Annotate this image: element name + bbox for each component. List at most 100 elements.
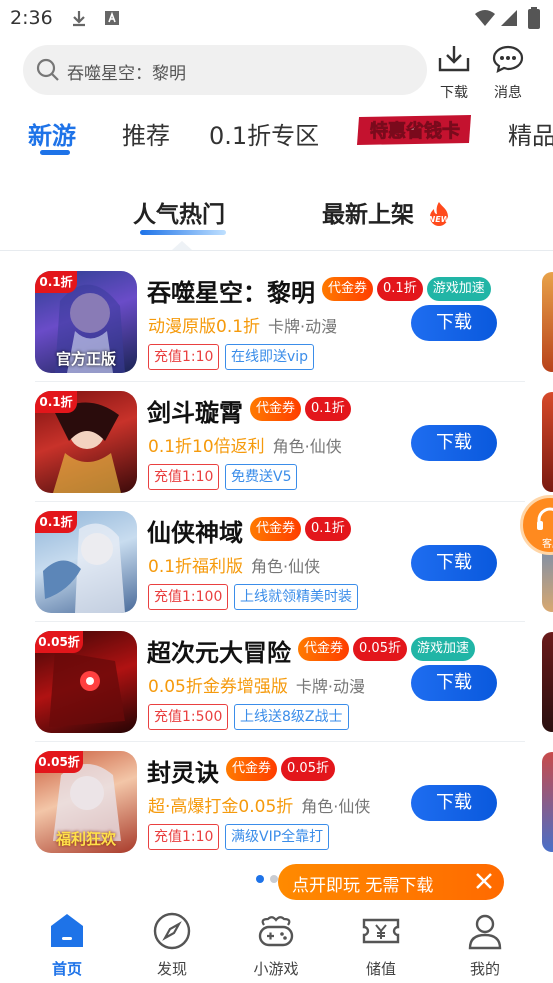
game-desc-text: 0.1折10倍返利 bbox=[148, 437, 265, 457]
nav-profile-label: 我的 bbox=[469, 960, 500, 978]
download-button[interactable]: 下载 bbox=[411, 545, 497, 581]
game-tags: 代金券 0.1折 bbox=[250, 397, 351, 421]
game-desc-text: 0.1折福利版 bbox=[148, 557, 244, 577]
person-icon bbox=[465, 914, 505, 955]
subtab-pointer bbox=[172, 241, 192, 250]
game-cover[interactable]: 0.05折 bbox=[35, 631, 137, 733]
game-desc-text: 超·高爆打金0.05折 bbox=[148, 797, 294, 817]
next-page-card[interactable] bbox=[542, 752, 553, 852]
new-badge-text: NEW bbox=[429, 215, 451, 224]
savings-card-text: 特惠省钱卡 bbox=[370, 120, 460, 142]
game-name: 仙侠神域 bbox=[147, 519, 243, 547]
page-dot-active bbox=[256, 875, 264, 883]
close-icon[interactable] bbox=[472, 869, 496, 897]
tab-discount-zone[interactable]: 0.1折专区 bbox=[209, 116, 319, 151]
game-row[interactable]: 0.05折 福利狂欢 封灵诀 代金券 0.05折 超·高爆打金0.05折 角色·仙… bbox=[0, 742, 553, 862]
download-button[interactable]: 下载 bbox=[411, 305, 497, 341]
nav-profile[interactable]: 我的 bbox=[445, 911, 525, 979]
discount-badge: 0.05折 bbox=[35, 631, 83, 653]
download-button[interactable]: 下载 bbox=[411, 665, 497, 701]
battery-icon bbox=[528, 7, 540, 33]
download-manager-button[interactable]: 下载 bbox=[432, 44, 476, 102]
nav-recharge[interactable]: 储值 bbox=[341, 911, 421, 979]
discount-tag: 0.1折 bbox=[305, 517, 351, 541]
tab-indicator bbox=[40, 150, 70, 155]
compass-icon bbox=[152, 912, 192, 955]
recharge-rate: 充值1:100 bbox=[148, 584, 229, 610]
voucher-tag: 代金券 bbox=[226, 757, 278, 781]
game-name: 剑斗璇霄 bbox=[147, 399, 243, 427]
recharge-rate: 充值1:500 bbox=[148, 704, 229, 730]
game-row[interactable]: 0.1折 官方正版 吞噬星空：黎明 代金券 0.1折 游戏加速 动漫原版0.1折… bbox=[0, 262, 553, 382]
game-genre: 卡牌·动漫 bbox=[295, 677, 365, 696]
game-genre: 角色·仙侠 bbox=[301, 797, 371, 816]
discount-badge: 0.1折 bbox=[35, 271, 77, 293]
nav-discover[interactable]: 发现 bbox=[132, 911, 212, 979]
perk-tag: 在线即送vip bbox=[225, 344, 315, 370]
game-tags: 代金券 0.05折 游戏加速 bbox=[298, 637, 475, 661]
gamepad-icon bbox=[256, 916, 296, 955]
tab-premium[interactable]: 精品 bbox=[508, 116, 553, 151]
cover-caption: 官方正版 bbox=[55, 350, 116, 368]
game-row[interactable]: 0.1折 仙侠神域 代金券 0.1折 0.1折福利版 角色·仙侠 充值1:100 … bbox=[0, 502, 553, 622]
discount-badge: 0.1折 bbox=[35, 511, 77, 533]
game-genre: 卡牌·动漫 bbox=[268, 317, 338, 336]
nav-mini-games[interactable]: 小游戏 bbox=[236, 911, 316, 979]
page-dot bbox=[270, 875, 278, 883]
tab-recommend[interactable]: 推荐 bbox=[122, 116, 170, 151]
game-tags: 代金券 0.1折 游戏加速 bbox=[322, 277, 491, 301]
game-row[interactable]: 0.1折 剑斗璇霄 代金券 0.1折 0.1折10倍返利 角色·仙侠 充值1:10… bbox=[0, 382, 553, 502]
nav-mini-games-label: 小游戏 bbox=[253, 960, 299, 978]
voucher-tag: 代金券 bbox=[322, 277, 374, 301]
search-placeholder: 吞噬星空：黎明 bbox=[67, 64, 186, 84]
game-desc: 0.1折福利版 角色·仙侠 bbox=[148, 552, 320, 577]
game-desc-text: 动漫原版0.1折 bbox=[148, 317, 261, 337]
download-tray-icon bbox=[437, 46, 471, 78]
voucher-tag: 代金券 bbox=[298, 637, 350, 661]
perk-tag: 上线就领精美时装 bbox=[234, 584, 358, 610]
game-genre: 角色·仙侠 bbox=[272, 437, 342, 456]
next-page-card[interactable] bbox=[542, 392, 553, 492]
nav-home-label: 首页 bbox=[51, 960, 82, 978]
search-icon bbox=[35, 57, 61, 87]
game-name: 封灵诀 bbox=[147, 759, 219, 787]
status-bar: 2:36 bbox=[0, 0, 553, 36]
game-genre: 角色·仙侠 bbox=[251, 557, 321, 576]
recharge-rate: 充值1:10 bbox=[148, 344, 220, 370]
signal-icon bbox=[500, 9, 518, 31]
messages-button[interactable]: 消息 bbox=[486, 44, 530, 102]
download-button[interactable]: 下载 bbox=[411, 785, 497, 821]
nav-recharge-label: 储值 bbox=[365, 960, 396, 978]
bottom-nav: 首页 发现 小游戏 储值 我的 bbox=[0, 903, 553, 983]
game-tags: 代金券 0.1折 bbox=[250, 517, 351, 541]
instant-play-banner[interactable]: 点开即玩 无需下载 bbox=[278, 864, 504, 900]
subtab-latest[interactable]: 最新上架 bbox=[322, 195, 414, 229]
message-bubble-icon bbox=[492, 45, 524, 78]
tab-savings-card[interactable]: 特惠省钱卡 bbox=[355, 113, 475, 147]
download-button[interactable]: 下载 bbox=[411, 425, 497, 461]
nav-home[interactable]: 首页 bbox=[27, 911, 107, 979]
game-row[interactable]: 0.05折 超次元大冒险 代金券 0.05折 游戏加速 0.05折金券增强版 卡牌… bbox=[0, 622, 553, 742]
next-page-card[interactable] bbox=[542, 272, 553, 372]
game-tags: 代金券 0.05折 bbox=[226, 757, 335, 781]
savings-card-logo: 特惠省钱卡 bbox=[357, 115, 471, 145]
game-cover[interactable]: 0.1折 bbox=[35, 511, 137, 613]
subtab-popular[interactable]: 人气热门 bbox=[133, 195, 225, 229]
discount-badge: 0.1折 bbox=[35, 391, 77, 413]
game-cover[interactable]: 0.05折 福利狂欢 bbox=[35, 751, 137, 853]
game-cover[interactable]: 0.1折 官方正版 bbox=[35, 271, 137, 373]
category-tabs: 新游 推荐 0.1折专区 特惠省钱卡 精品 bbox=[0, 108, 553, 158]
status-time: 2:36 bbox=[10, 7, 53, 29]
game-cover[interactable]: 0.1折 bbox=[35, 391, 137, 493]
headset-icon bbox=[535, 506, 553, 538]
perk-tag: 满级VIP全靠打 bbox=[225, 824, 330, 850]
game-desc: 0.1折10倍返利 角色·仙侠 bbox=[148, 432, 342, 457]
perk-tag: 免费送V5 bbox=[225, 464, 298, 490]
cover-caption: 福利狂欢 bbox=[55, 830, 116, 848]
nav-discover-label: 发现 bbox=[156, 960, 187, 978]
search-bar[interactable]: 吞噬星空：黎明 bbox=[23, 45, 427, 95]
tab-new-games[interactable]: 新游 bbox=[28, 116, 76, 151]
download-manager-label: 下载 bbox=[440, 85, 468, 101]
accelerate-tag: 游戏加速 bbox=[426, 277, 491, 301]
next-page-card[interactable] bbox=[542, 632, 553, 732]
